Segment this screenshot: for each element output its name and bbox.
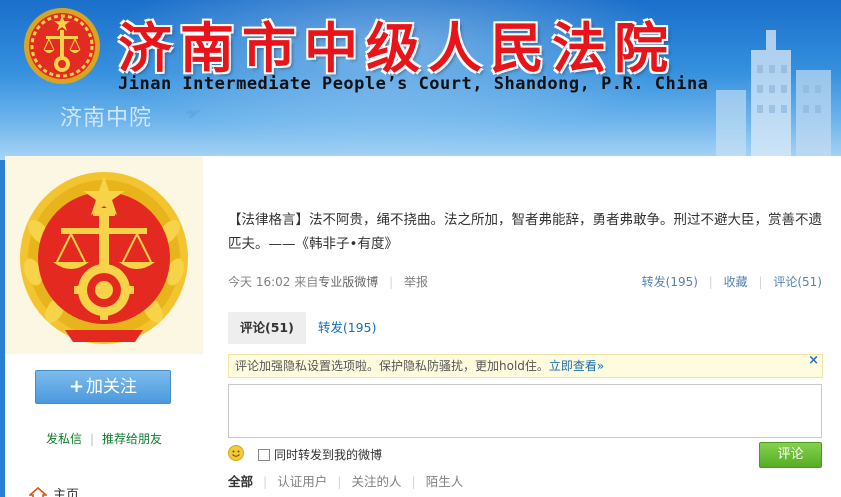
divider: | [708, 275, 713, 289]
repost-checkbox[interactable]: 同时转发到我的微博 [258, 446, 382, 463]
filter-verified[interactable]: 认证用户 [277, 474, 327, 489]
recommend-link[interactable]: 推荐给朋友 [102, 432, 162, 446]
bird-icon [185, 109, 201, 119]
filter-strangers[interactable]: 陌生人 [426, 474, 464, 489]
home-label: 主页 [53, 488, 80, 497]
profile-actions: 发私信 | 推荐给朋友 [5, 430, 203, 447]
notice-text: 评论加强隐私设置选项啦。保护隐私防骚扰，更加hold住。 [235, 359, 549, 373]
tab-comments[interactable]: 评论(51) [228, 312, 306, 344]
report-link[interactable]: 举报 [404, 275, 428, 289]
repost-link[interactable]: 转发(195) [642, 275, 698, 289]
checkbox-box[interactable] [258, 448, 270, 461]
divider: | [337, 474, 342, 489]
submit-comment-button[interactable]: 评论 [759, 442, 822, 468]
comment-tabs: 评论(51) 转发(195) [228, 312, 388, 344]
filter-following[interactable]: 关注的人 [351, 474, 401, 489]
repost-checkbox-label: 同时转发到我的微博 [274, 448, 383, 462]
post-detail: 【法律格言】法不阿贵，绳不挠曲。法之所加，智者弗能辞，勇者弗敢争。刑过不避大臣，… [203, 156, 841, 497]
divider: | [89, 432, 95, 446]
sidebar-item-home[interactable]: 主页 [29, 484, 79, 497]
post-meta: 今天 16:02 来自专业版微博 | 举报 转发(195) | 收藏 | 评论(… [228, 273, 822, 291]
court-emblem-icon [24, 8, 100, 84]
house-icon [29, 486, 47, 497]
avatar[interactable] [5, 156, 203, 354]
follow-button[interactable]: + 加关注 [35, 370, 171, 404]
view-now-link[interactable]: 立即查看» [549, 359, 604, 373]
comment-input[interactable] [228, 384, 822, 438]
comment-link[interactable]: 评论(51) [773, 275, 822, 289]
post-source[interactable]: 专业版微博 [318, 275, 378, 289]
filter-all[interactable]: 全部 [228, 474, 253, 489]
divider: | [389, 275, 394, 289]
follow-label: 加关注 [86, 377, 138, 397]
emoji-icon[interactable] [228, 445, 244, 461]
court-name-chinese: 济南市中级人民法院 [118, 16, 676, 80]
source-prefix: 来自 [294, 275, 319, 289]
account-nickname[interactable]: 济南中院 [60, 100, 152, 132]
comment-filters: 全部 | 认证用户 | 关注的人 | 陌生人 [228, 471, 463, 490]
post-text: 【法律格言】法不阿贵，绳不挠曲。法之所加，智者弗能辞，勇者弗敢争。刑过不避大臣，… [228, 212, 822, 252]
send-message-link[interactable]: 发私信 [46, 432, 82, 446]
skyline-illustration [716, 30, 831, 160]
profile-sidebar: + 加关注 发私信 | 推荐给朋友 主页 [5, 156, 203, 497]
court-emblem-avatar-icon [20, 172, 188, 344]
privacy-notice: 评论加强隐私设置选项啦。保护隐私防骚扰，更加hold住。立即查看» × [228, 353, 823, 378]
divider: | [758, 275, 763, 289]
divider: | [411, 474, 416, 489]
post-time[interactable]: 今天 16:02 [228, 275, 290, 289]
tab-reposts[interactable]: 转发(195) [306, 312, 389, 344]
plus-icon: + [68, 376, 85, 397]
header-banner: 济南市中级人民法院 Jinan Intermediate People’s Co… [0, 0, 841, 160]
favorite-link[interactable]: 收藏 [724, 275, 748, 289]
court-name-english: Jinan Intermediate People’s Court, Shand… [118, 74, 709, 94]
close-icon[interactable]: × [808, 350, 819, 372]
divider: | [263, 474, 268, 489]
